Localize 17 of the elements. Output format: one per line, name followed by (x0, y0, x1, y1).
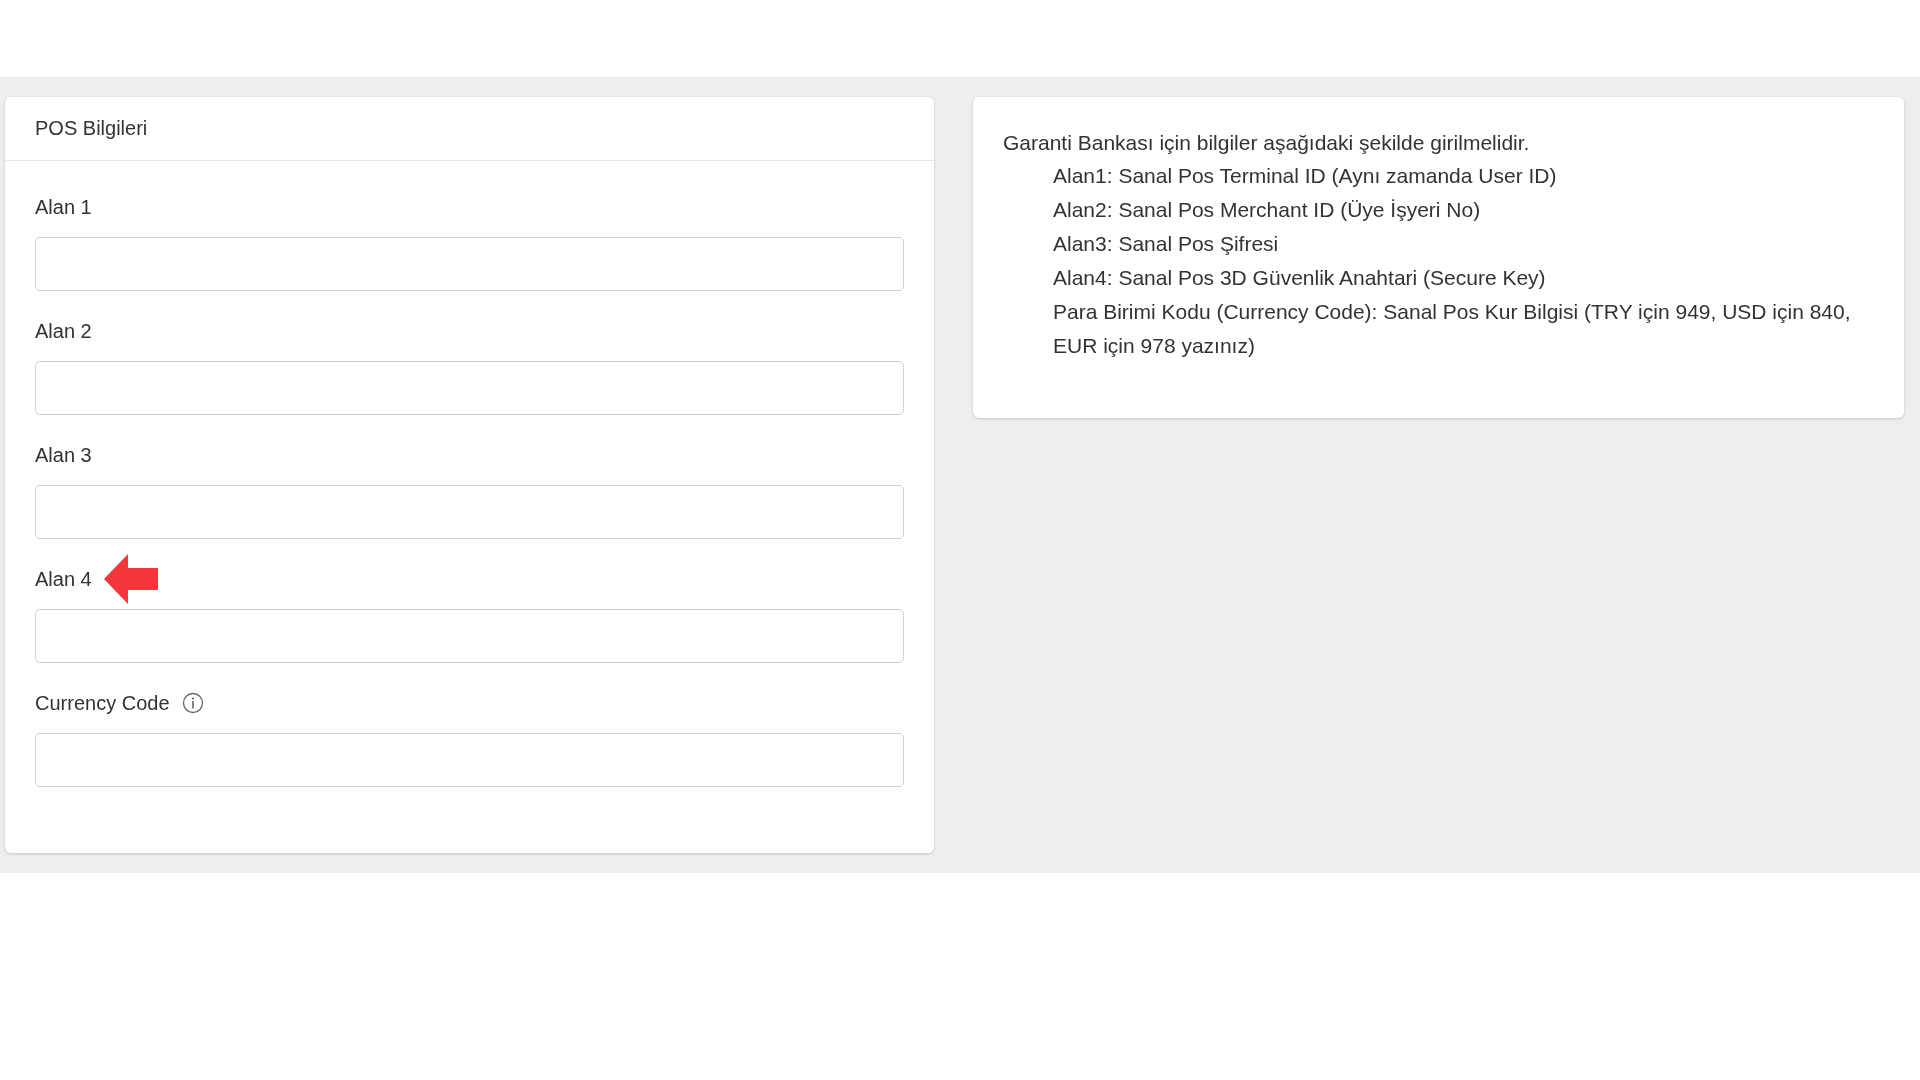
field-label: Alan 4 (35, 567, 92, 591)
field-label: Currency Code (35, 691, 170, 715)
field-label: Alan 2 (35, 319, 92, 343)
info-line: Alan1: Sanal Pos Terminal ID (Aynı zamanda User ID) (1052, 163, 1558, 189)
card-title: POS Bilgileri (35, 117, 148, 140)
info-line: Alan4: Sanal Pos 3D Güvenlik Anahtari (Secure Key) (1052, 265, 1547, 291)
field-label: Alan 3 (35, 443, 92, 467)
info-line: Alan3: Sanal Pos Şifresi (1052, 231, 1280, 257)
info-line: Alan2: Sanal Pos Merchant ID (Üye İşyeri No) (1052, 197, 1482, 223)
input-field[interactable] (35, 237, 904, 291)
input-field[interactable] (35, 609, 904, 663)
info-text: Garanti Bankası için bilgiler aşağıdaki şekilde girilmelidir. (1003, 130, 1531, 156)
input-field[interactable] (35, 733, 904, 787)
info-line: Para Birimi Kodu (Currency Code): Sanal Pos Kur Bilgisi (TRY için 949, USD için 840, EUR için 978 yazınız) (1052, 299, 1852, 359)
field-label: Alan 1 (35, 195, 92, 219)
input-field[interactable] (35, 361, 904, 415)
input-field[interactable] (35, 485, 904, 539)
